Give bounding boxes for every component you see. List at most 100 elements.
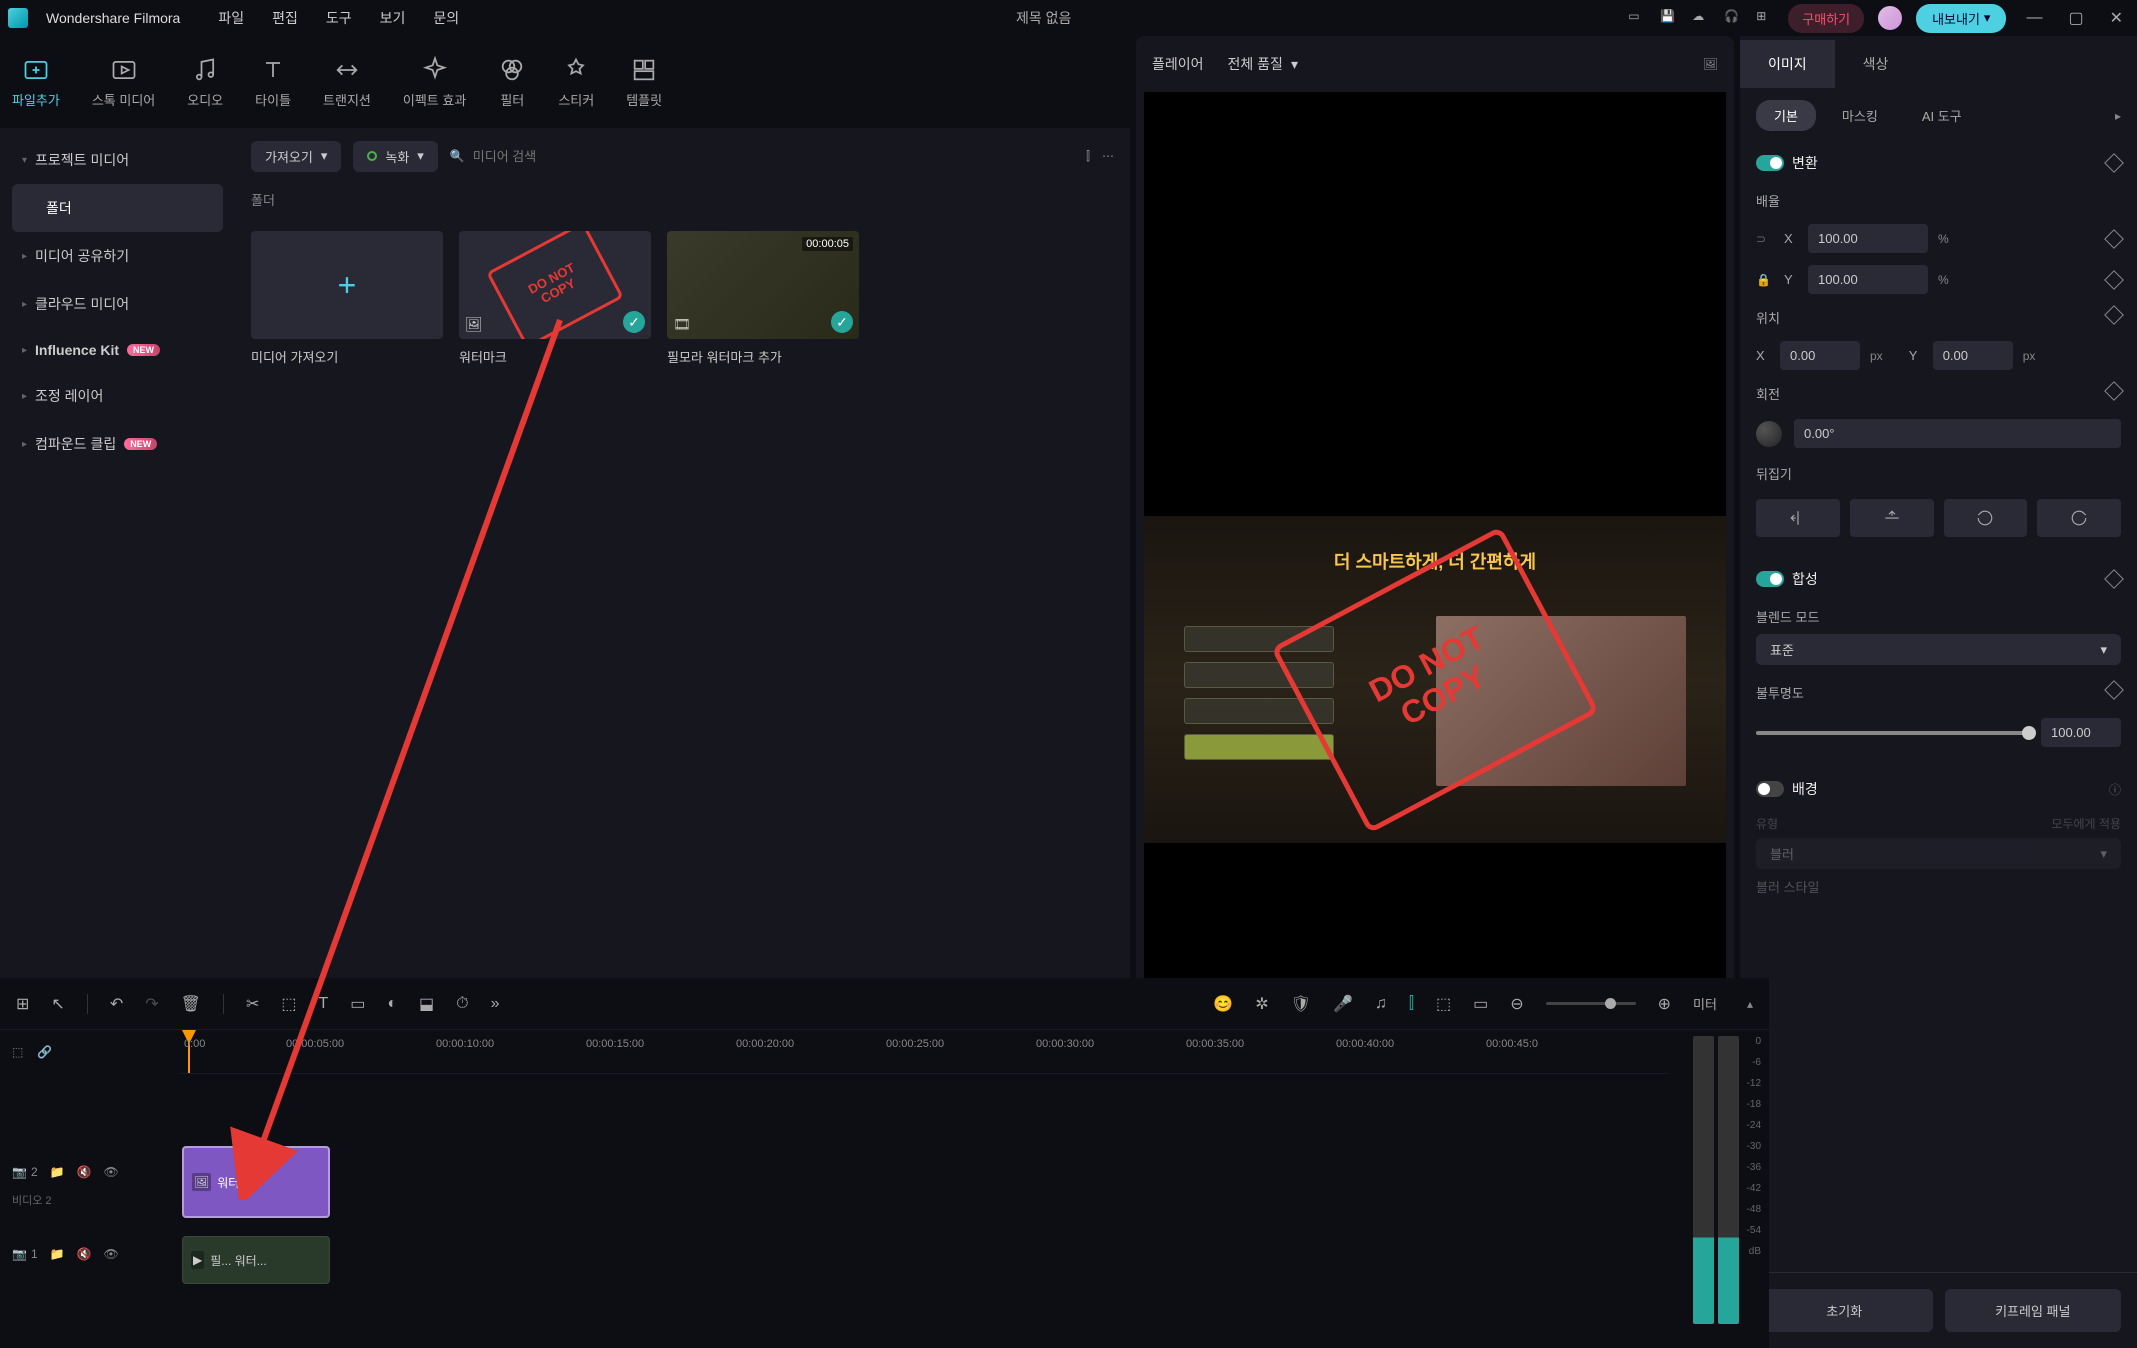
- rotate-ccw-button[interactable]: [1944, 499, 2028, 537]
- visibility-icon[interactable]: 👁: [104, 1165, 119, 1179]
- inspector-tab-color[interactable]: 색상: [1835, 40, 1917, 88]
- subtab-masking[interactable]: 마스킹: [1824, 100, 1896, 131]
- clip-watermark[interactable]: 🖼워터마크: [182, 1146, 330, 1218]
- inspector-tab-image[interactable]: 이미지: [1740, 40, 1835, 88]
- subtab-basic[interactable]: 기본: [1756, 100, 1816, 131]
- crop-icon[interactable]: ⬚: [281, 994, 296, 1014]
- folder-icon[interactable]: 📁: [50, 1165, 65, 1179]
- more-icon[interactable]: ⋯: [1102, 149, 1114, 163]
- headphones-icon[interactable]: 🎧: [1724, 9, 1742, 27]
- render-icon[interactable]: ⬚: [1436, 994, 1451, 1014]
- zoom-slider[interactable]: [1546, 1002, 1636, 1005]
- keyframe-diamond[interactable]: [2104, 270, 2124, 290]
- menu-help[interactable]: 문의: [433, 8, 459, 28]
- keyframe-diamond[interactable]: [2104, 569, 2124, 589]
- tab-add-file[interactable]: 파일추가: [12, 56, 60, 109]
- flip-vertical-button[interactable]: [1850, 499, 1934, 537]
- playhead[interactable]: [188, 1030, 190, 1073]
- rotation-dial[interactable]: [1756, 421, 1782, 447]
- visibility-icon[interactable]: 👁: [104, 1247, 119, 1261]
- clip-video[interactable]: ▶필... 워터...: [182, 1236, 330, 1284]
- menu-file[interactable]: 파일: [218, 8, 244, 28]
- export-button[interactable]: 내보내기 ▾: [1916, 4, 2006, 33]
- zoom-out-icon[interactable]: ⊖: [1510, 994, 1523, 1014]
- sidebar-influence-kit[interactable]: ▸Influence KitNEW: [12, 328, 223, 372]
- transform-toggle[interactable]: [1756, 155, 1784, 171]
- tab-titles[interactable]: 타이틀: [255, 56, 291, 109]
- subtab-ai-tools[interactable]: AI 도구: [1904, 100, 1980, 131]
- media-item-watermark[interactable]: DO NOTCOPY 🖼 ✓ 워터마크: [459, 231, 651, 366]
- cloud-icon[interactable]: ☁: [1692, 9, 1710, 27]
- keyframe-diamond[interactable]: [2104, 229, 2124, 249]
- snap-icon[interactable]: ▭: [1473, 994, 1488, 1014]
- split-icon[interactable]: ✂: [246, 994, 259, 1014]
- unlock-icon[interactable]: ⊃: [1756, 232, 1774, 246]
- sidebar-share-media[interactable]: ▸미디어 공유하기: [12, 232, 223, 280]
- media-item-add[interactable]: + 미디어 가져오기: [251, 231, 443, 366]
- rotate-cw-button[interactable]: [2037, 499, 2121, 537]
- audio-icon[interactable]: ♫: [1375, 995, 1387, 1013]
- save-icon[interactable]: 💾: [1660, 9, 1678, 27]
- speed-icon[interactable]: ⏱: [456, 995, 468, 1013]
- keyframe-diamond[interactable]: [2104, 381, 2124, 401]
- tab-effects[interactable]: 이펙트 효과: [403, 56, 466, 109]
- link-icon[interactable]: 🔗: [37, 1045, 52, 1059]
- import-dropdown[interactable]: 가져오기▾: [251, 141, 341, 172]
- subtab-next-icon[interactable]: ▸: [2115, 109, 2121, 123]
- opacity-input[interactable]: [2041, 718, 2121, 747]
- media-search-input[interactable]: [473, 149, 1074, 164]
- tab-templates[interactable]: 템플릿: [626, 56, 662, 109]
- mute-icon[interactable]: 🔇: [77, 1165, 92, 1179]
- filter-icon[interactable]: ⫿: [1086, 149, 1090, 164]
- opacity-slider[interactable]: [1756, 731, 2029, 735]
- more-tools-icon[interactable]: »: [491, 995, 500, 1013]
- redo-icon[interactable]: ↷: [145, 994, 158, 1014]
- close-button[interactable]: ✕: [2104, 6, 2129, 30]
- meter-label[interactable]: 미터: [1693, 994, 1717, 1013]
- timeline-ruler[interactable]: 0:00 00:00:05:00 00:00:10:00 00:00:15:00…: [180, 1030, 1669, 1074]
- shield-icon[interactable]: 🛡: [1291, 994, 1311, 1014]
- pointer-icon[interactable]: ↖: [51, 994, 64, 1014]
- timeline-options-icon[interactable]: ⬚: [12, 1045, 23, 1059]
- record-dropdown[interactable]: 녹화▾: [353, 141, 437, 172]
- maximize-button[interactable]: ▢: [2062, 6, 2089, 30]
- rotation-input[interactable]: [1794, 419, 2121, 448]
- flip-horizontal-button[interactable]: [1756, 499, 1840, 537]
- ai-icon[interactable]: 😊: [1213, 994, 1233, 1014]
- sidebar-project-media[interactable]: ▾프로젝트 미디어: [12, 136, 223, 184]
- screen-icon[interactable]: ▭: [1628, 9, 1646, 27]
- sidebar-compound-clip[interactable]: ▸컴파운드 클립NEW: [12, 420, 223, 468]
- text-icon[interactable]: T: [318, 995, 328, 1013]
- quality-dropdown[interactable]: 전체 품질▾: [1228, 54, 1298, 74]
- sidebar-adjustment-layer[interactable]: ▸조정 레이어: [12, 372, 223, 420]
- keyframe-diamond[interactable]: [2104, 680, 2124, 700]
- mute-icon[interactable]: 🔇: [77, 1247, 92, 1261]
- timeline-tracks-area[interactable]: 0:00 00:00:05:00 00:00:10:00 00:00:15:00…: [180, 1030, 1669, 1348]
- minimize-button[interactable]: —: [2020, 7, 2048, 29]
- background-toggle[interactable]: [1756, 781, 1784, 797]
- keyframe-diamond[interactable]: [2104, 305, 2124, 325]
- delete-icon[interactable]: 🗑: [181, 994, 201, 1014]
- tab-filters[interactable]: 필터: [498, 56, 526, 109]
- zoom-in-icon[interactable]: ⊕: [1658, 994, 1671, 1014]
- motion-icon[interactable]: ⬓: [419, 994, 434, 1014]
- media-item-filmora-watermark[interactable]: 00:00:05 🎞 ✓ 필모라 워터마크 추가: [667, 231, 859, 366]
- sidebar-folder[interactable]: 폴더: [12, 184, 223, 232]
- buy-button[interactable]: 구매하기: [1788, 4, 1864, 33]
- tab-stickers[interactable]: 스티커: [558, 56, 594, 109]
- keyframe-diamond[interactable]: [2104, 153, 2124, 173]
- menu-view[interactable]: 보기: [380, 8, 406, 28]
- mic-icon[interactable]: 🎤: [1333, 994, 1353, 1014]
- undo-icon[interactable]: ↶: [110, 994, 123, 1014]
- settings-icon[interactable]: ✲: [1255, 994, 1268, 1014]
- rect-icon[interactable]: ▭: [350, 994, 365, 1014]
- menu-edit[interactable]: 편집: [272, 8, 298, 28]
- scale-x-input[interactable]: [1808, 224, 1928, 253]
- snapshot-icon[interactable]: 🖼: [1703, 57, 1718, 71]
- sidebar-cloud-media[interactable]: ▸클라우드 미디어: [12, 280, 223, 328]
- menu-tools[interactable]: 도구: [326, 8, 352, 28]
- tab-audio[interactable]: 오디오: [187, 56, 223, 109]
- reset-button[interactable]: 초기화: [1756, 1289, 1933, 1332]
- color-icon[interactable]: ◐: [387, 995, 397, 1013]
- apps-icon[interactable]: ⊞: [1756, 9, 1774, 27]
